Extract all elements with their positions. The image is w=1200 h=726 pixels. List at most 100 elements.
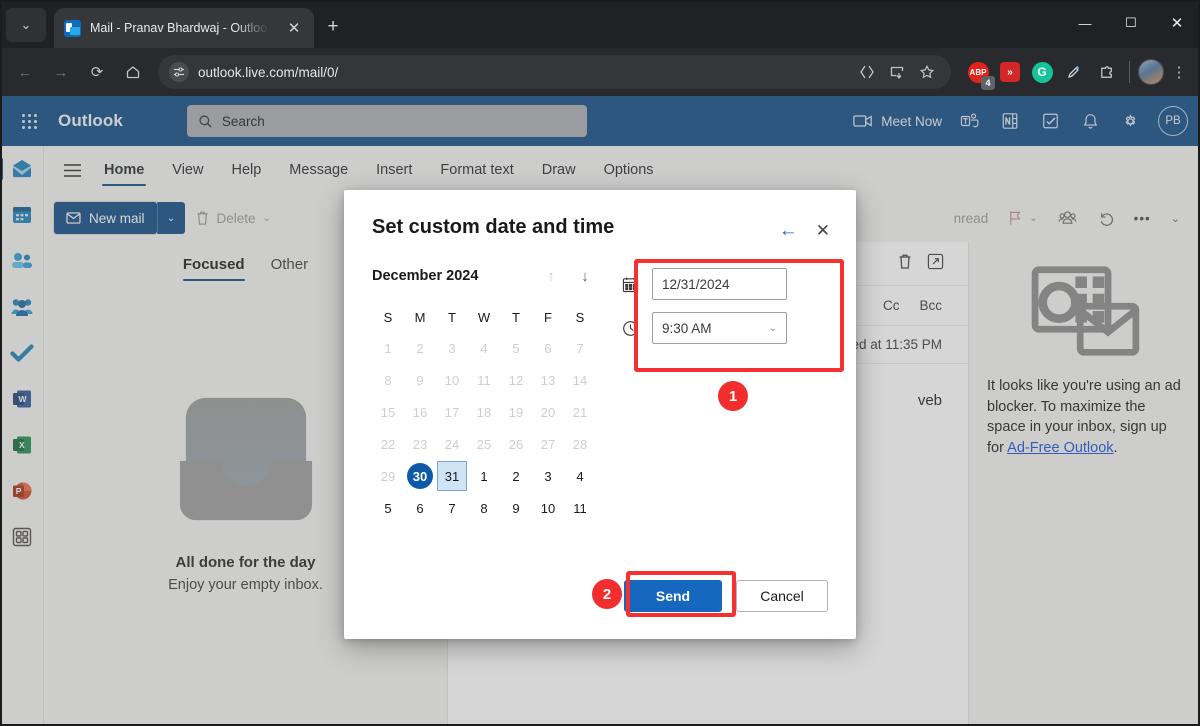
dialog-title: Set custom date and time [372,216,615,238]
calendar-day-number: 30 [407,463,433,489]
calendar-weekday-6: S [575,309,585,325]
calendar-weekday-2: T [448,309,456,325]
back-icon[interactable]: ← [8,55,42,89]
tab-strip: ⌄ Mail - Pranav Bhardwaj - Outloo ✕ + — … [0,0,1200,48]
media-downloader-glyph: » [1000,62,1020,82]
calendar-day-number: 12 [508,372,524,388]
install-app-icon[interactable] [883,58,911,86]
calendar-day-cell[interactable]: 5 [372,492,404,524]
calendar-day-cell[interactable]: 8 [468,492,500,524]
bookmark-star-icon[interactable] [913,58,941,86]
calendar-day-cell[interactable]: 4 [564,460,596,492]
calendar-weekday-4: T [512,309,520,325]
calendar-day-cell: 16 [404,396,436,428]
calendar-day-cell: 12 [500,364,532,396]
calendar-day-cell[interactable]: 30 [404,460,436,492]
set-custom-date-time-dialog: Set custom date and time ← ✕ December 20… [344,190,856,639]
previous-month-icon[interactable]: ↑ [538,263,564,289]
back-arrow-icon[interactable]: ← [779,220,798,242]
site-settings-icon[interactable] [169,62,189,82]
calendar-day-cell[interactable]: 31 [436,460,468,492]
next-month-icon[interactable]: ↓ [572,263,598,289]
reload-icon[interactable]: ⟳ [80,55,114,89]
calendar-day-number: 19 [508,404,524,420]
calendar-day-number: 7 [448,500,456,516]
window-controls: — ☐ ✕ [1062,0,1200,46]
calendar-day-number: 8 [480,500,488,516]
annotation-badge-1: 1 [718,381,748,411]
calendar-month-label: December 2024 [372,268,479,284]
forward-icon[interactable]: → [44,55,78,89]
calendar-header: December 2024 ↑ ↓ [372,256,612,296]
calendar-day-number: 6 [544,340,552,356]
calendar-day-cell: 14 [564,364,596,396]
calendar-day-number: 9 [512,500,520,516]
browser-profile-avatar[interactable] [1138,59,1164,85]
calendar-day-cell: 29 [372,460,404,492]
calendar-day-cell[interactable]: 6 [404,492,436,524]
calendar-day-number: 4 [480,340,488,356]
calendar-day-cell: 1 [372,332,404,364]
tab-title: Mail - Pranav Bhardwaj - Outloo [90,21,268,35]
calendar-day-cell: 24 [436,428,468,460]
calendar-day-cell: 11 [468,364,500,396]
calendar-day-cell: 27 [532,428,564,460]
calendar-day-cell[interactable]: 7 [436,492,468,524]
close-icon[interactable]: ✕ [816,221,830,241]
cancel-button[interactable]: Cancel [736,580,828,612]
browser-toolbar: ← → ⟳ outlook.live.com/mail/0/ ABP 4 » G… [0,48,1200,96]
browser-tab[interactable]: Mail - Pranav Bhardwaj - Outloo ✕ [54,8,314,48]
maximize-icon[interactable]: ☐ [1108,0,1154,46]
tab-search-chevron-icon[interactable]: ⌄ [6,8,46,42]
calendar-day-number: 7 [576,340,584,356]
adblock-extension-icon[interactable]: ABP 4 [963,57,995,90]
calendar-day-number: 26 [508,436,524,452]
calendar-icon [620,276,640,293]
date-picker-calendar: December 2024 ↑ ↓ S M T W T F S 1 2 3 4 5 6 7 8 9 10 11 12… [344,256,612,524]
eyedropper-extension-icon[interactable] [1059,57,1089,87]
new-tab-button[interactable]: + [314,10,352,44]
calendar-day-cell[interactable]: 2 [500,460,532,492]
calendar-day-cell[interactable]: 11 [564,492,596,524]
calendar-day-number: 5 [512,340,520,356]
calendar-day-cell: 23 [404,428,436,460]
calendar-day-number: 18 [476,404,492,420]
home-icon[interactable] [116,55,150,89]
outlook-favicon [64,19,81,37]
media-downloader-extension-icon[interactable]: » [995,57,1025,87]
calendar-day-cell[interactable]: 3 [532,460,564,492]
grammarly-extension-icon[interactable]: G [1027,57,1057,87]
calendar-day-number: 23 [412,436,428,452]
calendar-day-cell[interactable]: 9 [500,492,532,524]
calendar-day-number: 5 [384,500,392,516]
calendar-day-cell: 20 [532,396,564,428]
time-chevron-down-icon[interactable]: ⌄ [769,323,777,334]
calendar-weekday-5: F [544,309,552,325]
send-button[interactable]: Send [624,580,722,612]
address-bar[interactable]: outlook.live.com/mail/0/ [158,55,951,89]
omnibox-actions [853,58,941,86]
calendar-day-number: 2 [512,468,520,484]
calendar-day-number: 27 [540,436,556,452]
grammarly-glyph: G [1031,61,1053,83]
calendar-day-cell[interactable]: 1 [468,460,500,492]
calendar-day-number: 11 [573,500,587,516]
calendar-day-number: 16 [412,404,428,420]
close-icon[interactable]: ✕ [284,19,304,37]
calendar-day-number: 22 [380,436,396,452]
split-screen-icon[interactable] [853,58,881,86]
calendar-day-number: 3 [448,340,456,356]
toolbar-divider [1129,61,1130,83]
extensions-puzzle-icon[interactable] [1091,57,1121,87]
browser-menu-icon[interactable]: ⋮ [1166,63,1192,81]
calendar-day-number: 6 [416,500,424,516]
time-input[interactable]: 9:30 AM ⌄ [652,312,787,344]
minimize-icon[interactable]: — [1062,0,1108,46]
date-input-value: 12/31/2024 [662,276,730,292]
date-input[interactable]: 12/31/2024 [652,268,787,300]
close-window-icon[interactable]: ✕ [1154,0,1200,46]
calendar-day-number: 1 [384,340,392,356]
calendar-day-cell[interactable]: 10 [532,492,564,524]
calendar-day-number: 31 [437,461,467,491]
calendar-nav: ↑ ↓ [538,263,612,289]
